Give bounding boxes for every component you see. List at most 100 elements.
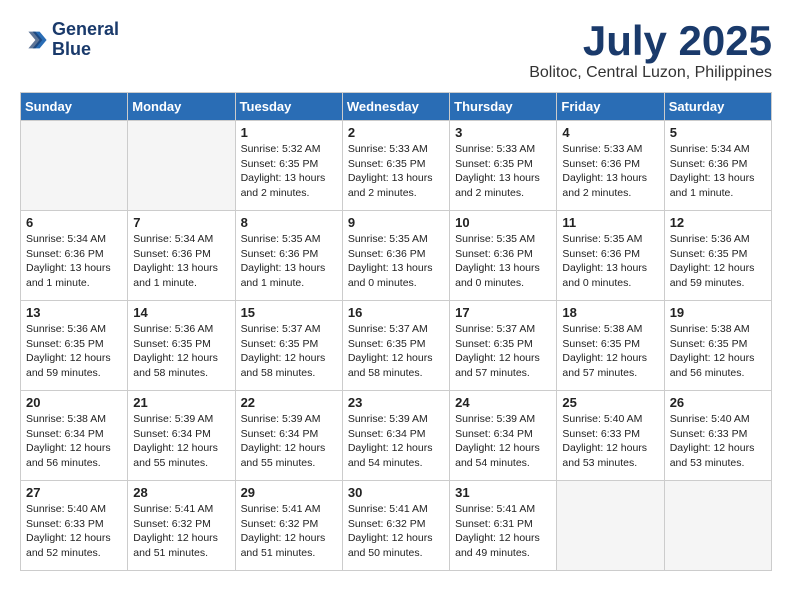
day-info: Sunrise: 5:38 AM Sunset: 6:34 PM Dayligh… [26, 412, 122, 471]
day-number: 19 [670, 305, 766, 320]
calendar-cell: 18 Sunrise: 5:38 AM Sunset: 6:35 PM Dayli… [557, 301, 664, 391]
calendar-cell: 27 Sunrise: 5:40 AM Sunset: 6:33 PM Dayli… [21, 481, 128, 571]
day-number: 28 [133, 485, 229, 500]
day-info: Sunrise: 5:36 AM Sunset: 6:35 PM Dayligh… [26, 322, 122, 381]
calendar-cell: 3Sunrise: 5:33 AM Sunset: 6:35 PM Daylig… [450, 121, 557, 211]
day-info: Sunrise: 5:39 AM Sunset: 6:34 PM Dayligh… [133, 412, 229, 471]
day-info: Sunrise: 5:40 AM Sunset: 6:33 PM Dayligh… [26, 502, 122, 561]
logo-text: General Blue [52, 20, 119, 60]
logo: General Blue [20, 20, 119, 60]
calendar-cell: 5 Sunrise: 5:34 AM Sunset: 6:36 PM Daylig… [664, 121, 771, 211]
day-number: 22 [241, 395, 337, 410]
day-number: 5 [670, 125, 766, 140]
day-info: Sunrise: 5:35 AM Sunset: 6:36 PM Dayligh… [241, 232, 337, 291]
month-title: July 2025 [529, 20, 772, 62]
page-header: General Blue July 2025 Bolitoc, Central … [20, 20, 772, 82]
day-info: Sunrise: 5:41 AM Sunset: 6:32 PM Dayligh… [133, 502, 229, 561]
day-number: 31 [455, 485, 551, 500]
column-header-monday: Monday [128, 93, 235, 121]
day-info: Sunrise: 5:39 AM Sunset: 6:34 PM Dayligh… [241, 412, 337, 471]
day-info: Sunrise: 5:38 AM Sunset: 6:35 PM Dayligh… [670, 322, 766, 381]
day-info: Sunrise: 5:37 AM Sunset: 6:35 PM Dayligh… [241, 322, 337, 381]
location-title: Bolitoc, Central Luzon, Philippines [529, 64, 772, 82]
calendar-cell: 31 Sunrise: 5:41 AM Sunset: 6:31 PM Dayli… [450, 481, 557, 571]
calendar-cell [557, 481, 664, 571]
day-info: Sunrise: 5:33 AM Sunset: 6:36 PM Dayligh… [562, 142, 658, 201]
day-number: 7 [133, 215, 229, 230]
day-info: Sunrise: 5:35 AM Sunset: 6:36 PM Dayligh… [348, 232, 444, 291]
day-number: 17 [455, 305, 551, 320]
day-number: 30 [348, 485, 444, 500]
day-info: Sunrise: 5:34 AM Sunset: 6:36 PM Dayligh… [670, 142, 766, 201]
day-number: 21 [133, 395, 229, 410]
column-header-saturday: Saturday [664, 93, 771, 121]
calendar-cell: 1Sunrise: 5:32 AM Sunset: 6:35 PM Daylig… [235, 121, 342, 211]
calendar-week-row: 1Sunrise: 5:32 AM Sunset: 6:35 PM Daylig… [21, 121, 772, 211]
day-info: Sunrise: 5:40 AM Sunset: 6:33 PM Dayligh… [670, 412, 766, 471]
column-header-tuesday: Tuesday [235, 93, 342, 121]
calendar-cell: 11 Sunrise: 5:35 AM Sunset: 6:36 PM Dayli… [557, 211, 664, 301]
day-number: 26 [670, 395, 766, 410]
day-number: 16 [348, 305, 444, 320]
calendar-cell: 12 Sunrise: 5:36 AM Sunset: 6:35 PM Dayli… [664, 211, 771, 301]
day-number: 8 [241, 215, 337, 230]
calendar-cell [128, 121, 235, 211]
calendar-cell: 22 Sunrise: 5:39 AM Sunset: 6:34 PM Dayli… [235, 391, 342, 481]
day-info: Sunrise: 5:41 AM Sunset: 6:32 PM Dayligh… [241, 502, 337, 561]
calendar-cell: 17Sunrise: 5:37 AM Sunset: 6:35 PM Dayli… [450, 301, 557, 391]
day-number: 15 [241, 305, 337, 320]
calendar-header-row: SundayMondayTuesdayWednesdayThursdayFrid… [21, 93, 772, 121]
day-info: Sunrise: 5:32 AM Sunset: 6:35 PM Dayligh… [241, 142, 337, 201]
day-info: Sunrise: 5:35 AM Sunset: 6:36 PM Dayligh… [562, 232, 658, 291]
day-info: Sunrise: 5:41 AM Sunset: 6:32 PM Dayligh… [348, 502, 444, 561]
calendar-cell: 13 Sunrise: 5:36 AM Sunset: 6:35 PM Dayli… [21, 301, 128, 391]
day-info: Sunrise: 5:33 AM Sunset: 6:35 PM Dayligh… [348, 142, 444, 201]
day-info: Sunrise: 5:36 AM Sunset: 6:35 PM Dayligh… [670, 232, 766, 291]
day-info: Sunrise: 5:36 AM Sunset: 6:35 PM Dayligh… [133, 322, 229, 381]
column-header-wednesday: Wednesday [342, 93, 449, 121]
calendar-cell: 15 Sunrise: 5:37 AM Sunset: 6:35 PM Dayli… [235, 301, 342, 391]
day-number: 9 [348, 215, 444, 230]
day-info: Sunrise: 5:38 AM Sunset: 6:35 PM Dayligh… [562, 322, 658, 381]
day-number: 23 [348, 395, 444, 410]
calendar-week-row: 27 Sunrise: 5:40 AM Sunset: 6:33 PM Dayli… [21, 481, 772, 571]
day-info: Sunrise: 5:40 AM Sunset: 6:33 PM Dayligh… [562, 412, 658, 471]
calendar-table: SundayMondayTuesdayWednesdayThursdayFrid… [20, 92, 772, 571]
calendar-cell: 24Sunrise: 5:39 AM Sunset: 6:34 PM Dayli… [450, 391, 557, 481]
column-header-friday: Friday [557, 93, 664, 121]
day-number: 2 [348, 125, 444, 140]
day-info: Sunrise: 5:41 AM Sunset: 6:31 PM Dayligh… [455, 502, 551, 561]
day-number: 13 [26, 305, 122, 320]
calendar-cell: 2 Sunrise: 5:33 AM Sunset: 6:35 PM Daylig… [342, 121, 449, 211]
calendar-cell: 7 Sunrise: 5:34 AM Sunset: 6:36 PM Daylig… [128, 211, 235, 301]
day-number: 10 [455, 215, 551, 230]
calendar-cell: 26 Sunrise: 5:40 AM Sunset: 6:33 PM Dayli… [664, 391, 771, 481]
logo-icon [20, 26, 48, 54]
day-info: Sunrise: 5:35 AM Sunset: 6:36 PM Dayligh… [455, 232, 551, 291]
day-number: 20 [26, 395, 122, 410]
day-number: 24 [455, 395, 551, 410]
day-info: Sunrise: 5:33 AM Sunset: 6:35 PM Dayligh… [455, 142, 551, 201]
calendar-cell: 21 Sunrise: 5:39 AM Sunset: 6:34 PM Dayli… [128, 391, 235, 481]
day-number: 12 [670, 215, 766, 230]
day-number: 18 [562, 305, 658, 320]
column-header-thursday: Thursday [450, 93, 557, 121]
calendar-cell: 10 Sunrise: 5:35 AM Sunset: 6:36 PM Dayli… [450, 211, 557, 301]
day-info: Sunrise: 5:37 AM Sunset: 6:35 PM Dayligh… [348, 322, 444, 381]
calendar-cell: 4Sunrise: 5:33 AM Sunset: 6:36 PM Daylig… [557, 121, 664, 211]
day-number: 25 [562, 395, 658, 410]
title-block: July 2025 Bolitoc, Central Luzon, Philip… [529, 20, 772, 82]
calendar-cell: 19 Sunrise: 5:38 AM Sunset: 6:35 PM Dayli… [664, 301, 771, 391]
calendar-cell [664, 481, 771, 571]
calendar-cell: 20 Sunrise: 5:38 AM Sunset: 6:34 PM Dayli… [21, 391, 128, 481]
day-number: 27 [26, 485, 122, 500]
day-number: 14 [133, 305, 229, 320]
calendar-week-row: 20 Sunrise: 5:38 AM Sunset: 6:34 PM Dayli… [21, 391, 772, 481]
day-info: Sunrise: 5:34 AM Sunset: 6:36 PM Dayligh… [133, 232, 229, 291]
calendar-cell [21, 121, 128, 211]
day-info: Sunrise: 5:39 AM Sunset: 6:34 PM Dayligh… [348, 412, 444, 471]
calendar-cell: 8 Sunrise: 5:35 AM Sunset: 6:36 PM Daylig… [235, 211, 342, 301]
calendar-cell: 14 Sunrise: 5:36 AM Sunset: 6:35 PM Dayli… [128, 301, 235, 391]
calendar-cell: 16 Sunrise: 5:37 AM Sunset: 6:35 PM Dayli… [342, 301, 449, 391]
day-number: 11 [562, 215, 658, 230]
